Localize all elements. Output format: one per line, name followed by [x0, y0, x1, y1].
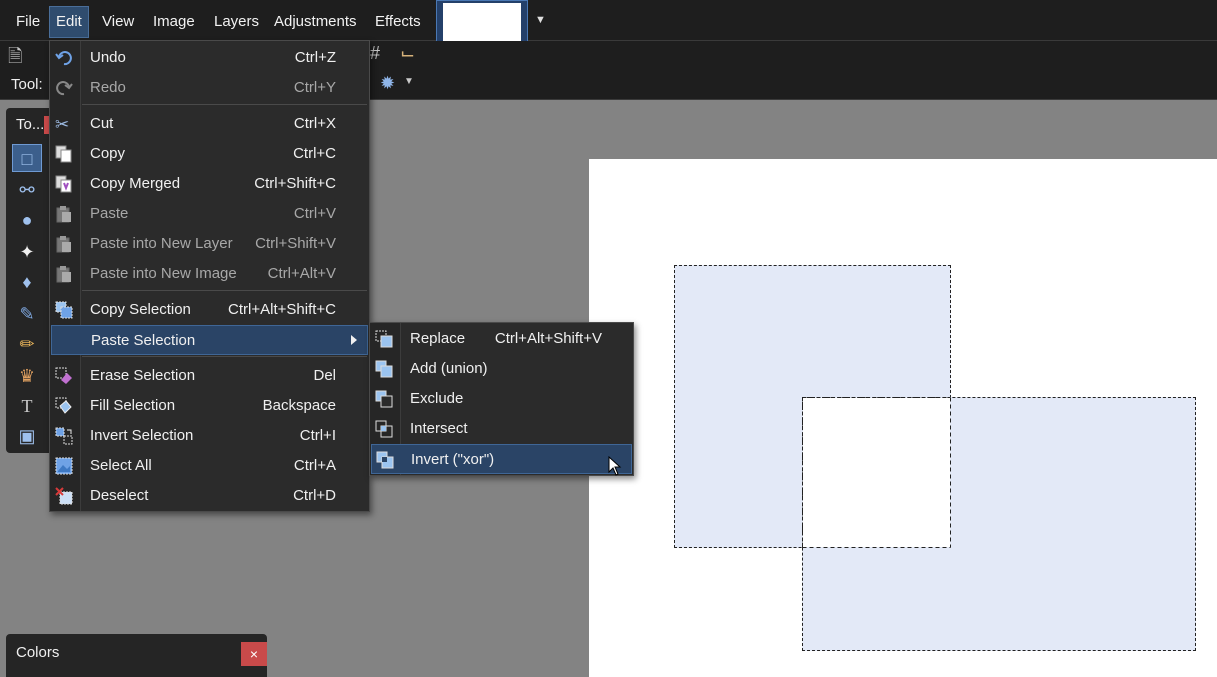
menu-item-cut[interactable]: ✂ Cut Ctrl+X: [51, 109, 368, 139]
submenu-item-intersect[interactable]: Intersect: [371, 414, 632, 444]
union-icon: [375, 360, 393, 378]
exclude-icon: [375, 390, 393, 408]
eraser-icon: [55, 367, 73, 385]
copy-merged-icon: [55, 175, 73, 193]
menu-item-copy[interactable]: Copy Ctrl+C: [51, 139, 368, 169]
invert-selection-icon: [55, 427, 73, 445]
menu-item-paste-new-image[interactable]: Paste into New Image Ctrl+Alt+V: [51, 259, 368, 289]
submenu-item-exclude[interactable]: Exclude: [371, 384, 632, 414]
colors-panel: Colors ×: [6, 634, 267, 677]
xor-icon: [376, 451, 394, 469]
menu-item-copy-merged[interactable]: Copy Merged Ctrl+Shift+C: [51, 169, 368, 199]
submenu-item-replace[interactable]: Replace Ctrl+Alt+Shift+V: [371, 324, 632, 354]
menu-image[interactable]: Image: [147, 7, 201, 37]
clone-stamp-icon[interactable]: ♛: [12, 362, 42, 390]
menu-item-paste[interactable]: Paste Ctrl+V: [51, 199, 368, 229]
colors-panel-title: Colors: [16, 644, 60, 661]
menu-item-deselect[interactable]: Deselect Ctrl+D: [51, 481, 368, 511]
selection-mode-icon[interactable]: ✹: [380, 73, 395, 94]
menu-bar: File Edit View Image Layers Adjustments …: [0, 0, 1217, 41]
paste-layer-icon: [55, 235, 73, 253]
menu-view[interactable]: View: [96, 7, 140, 37]
copy-icon: [55, 145, 73, 163]
menu-edit[interactable]: Edit: [49, 6, 89, 38]
menu-item-copy-selection[interactable]: Copy Selection Ctrl+Alt+Shift+C: [51, 295, 368, 325]
replace-icon: [375, 330, 393, 348]
menu-item-select-all[interactable]: Select All Ctrl+A: [51, 451, 368, 481]
menu-separator: [82, 356, 367, 357]
menu-item-redo[interactable]: Redo Ctrl+Y: [51, 73, 368, 103]
magic-wand-icon[interactable]: ✦: [12, 238, 42, 266]
submenu-arrow-icon: [351, 335, 357, 345]
menu-item-paste-selection[interactable]: Paste Selection: [51, 325, 368, 355]
tool-label: Tool:: [11, 76, 43, 93]
menu-file[interactable]: File: [10, 7, 46, 37]
pencil-icon[interactable]: ✏: [12, 330, 42, 358]
fill-bucket-icon: [55, 397, 73, 415]
shapes-tool-icon[interactable]: ▣: [12, 422, 42, 450]
intersect-icon: [375, 420, 393, 438]
menu-item-fill-selection[interactable]: Fill Selection Backspace: [51, 391, 368, 421]
dropdown-arrow-icon[interactable]: ▼: [404, 76, 414, 87]
new-file-icon[interactable]: 🗎: [8, 44, 22, 74]
selection-outline: [802, 397, 951, 548]
lasso-select-icon[interactable]: ⚯: [12, 176, 42, 204]
copy-selection-icon: [55, 301, 73, 319]
menu-layers[interactable]: Layers: [208, 7, 265, 37]
menu-separator: [82, 290, 367, 291]
mouse-cursor-icon: [608, 456, 622, 476]
menu-item-undo[interactable]: Undo Ctrl+Z: [51, 43, 368, 73]
tools-panel-title: To...: [16, 116, 45, 133]
menu-effects[interactable]: Effects: [369, 7, 427, 37]
paste-image-icon: [55, 265, 73, 283]
text-tool-icon[interactable]: T: [12, 392, 42, 420]
select-all-icon: [55, 457, 73, 475]
paintbrush-icon[interactable]: ✎: [12, 300, 42, 328]
ruler-icon[interactable]: ⌙: [400, 43, 415, 64]
deselect-icon: [55, 487, 73, 505]
undo-icon: [55, 49, 73, 67]
paste-icon: [55, 205, 73, 223]
scissors-icon: ✂: [55, 115, 70, 134]
paste-selection-submenu: Replace Ctrl+Alt+Shift+V Add (union) Exc…: [369, 322, 634, 476]
edit-menu: Undo Ctrl+Z Redo Ctrl+Y ✂ Cut Ctrl+X Cop…: [49, 40, 370, 512]
submenu-item-add-union[interactable]: Add (union): [371, 354, 632, 384]
chevron-down-icon[interactable]: ▼: [535, 14, 546, 26]
menu-item-invert-selection[interactable]: Invert Selection Ctrl+I: [51, 421, 368, 451]
rectangle-select-icon[interactable]: □: [12, 144, 42, 172]
redo-icon: [55, 79, 73, 97]
paint-bucket-icon[interactable]: ♦: [12, 268, 42, 296]
menu-adjustments[interactable]: Adjustments: [268, 7, 363, 37]
ellipse-select-icon[interactable]: ●: [12, 206, 42, 234]
image-canvas[interactable]: [589, 159, 1217, 677]
submenu-item-invert-xor[interactable]: Invert ("xor"): [371, 444, 632, 474]
menu-item-paste-new-layer[interactable]: Paste into New Layer Ctrl+Shift+V: [51, 229, 368, 259]
colors-panel-close-button[interactable]: ×: [241, 642, 267, 666]
menu-separator: [82, 104, 367, 105]
menu-item-erase-selection[interactable]: Erase Selection Del: [51, 361, 368, 391]
grid-icon[interactable]: #: [370, 43, 380, 64]
